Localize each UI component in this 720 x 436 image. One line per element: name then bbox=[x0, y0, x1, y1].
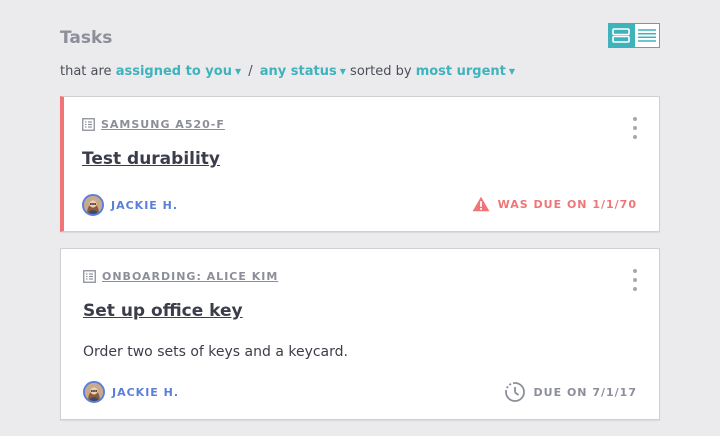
filter-prefix: that are bbox=[60, 64, 112, 79]
warning-icon bbox=[472, 196, 490, 212]
task-title[interactable]: Set up office key bbox=[83, 301, 243, 321]
task-card[interactable]: ONBOARDING: ALICE KIM Set up office key … bbox=[60, 248, 660, 420]
cards-view-button[interactable] bbox=[609, 24, 634, 47]
assignment-dropdown[interactable]: assigned to you ▼ bbox=[116, 64, 241, 79]
avatar bbox=[82, 194, 104, 216]
task-card[interactable]: SAMSUNG A520-F Test durability JACKIE H. bbox=[60, 96, 660, 232]
task-title[interactable]: Test durability bbox=[82, 149, 220, 169]
task-context-label: ONBOARDING: ALICE KIM bbox=[102, 270, 279, 283]
chevron-down-icon: ▼ bbox=[508, 67, 516, 76]
view-toggle[interactable] bbox=[608, 23, 660, 48]
document-icon bbox=[83, 270, 96, 283]
list-view-button[interactable] bbox=[633, 24, 659, 47]
sorted-by-label: sorted by bbox=[350, 64, 412, 79]
page-title: Tasks bbox=[60, 28, 113, 48]
filter-bar: that are assigned to you ▼ / any status ▼ … bbox=[60, 64, 515, 79]
more-options-icon[interactable] bbox=[631, 117, 639, 139]
more-options-icon[interactable] bbox=[631, 269, 639, 291]
status-dropdown[interactable]: any status ▼ bbox=[260, 64, 346, 79]
status-value: any status bbox=[259, 64, 337, 79]
due-date-label: DUE ON 7/1/17 bbox=[533, 385, 637, 399]
due-date: WAS DUE ON 1/1/70 bbox=[472, 196, 637, 212]
task-context-label: SAMSUNG A520-F bbox=[101, 118, 225, 131]
document-icon bbox=[82, 118, 95, 131]
chevron-down-icon: ▼ bbox=[339, 67, 346, 76]
task-context-link[interactable]: SAMSUNG A520-F bbox=[82, 118, 225, 131]
sort-dropdown[interactable]: most urgent ▼ bbox=[416, 64, 515, 79]
assignee-name: JACKIE H. bbox=[111, 198, 179, 212]
chevron-down-icon: ▼ bbox=[234, 67, 242, 76]
task-context-link[interactable]: ONBOARDING: ALICE KIM bbox=[83, 270, 278, 283]
sort-value: most urgent bbox=[415, 64, 506, 79]
due-date: DUE ON 7/1/17 bbox=[504, 381, 637, 403]
list-view-icon bbox=[637, 29, 656, 42]
clock-icon bbox=[504, 382, 525, 402]
assignee[interactable]: JACKIE H. bbox=[82, 194, 178, 216]
tasks-panel: Tasks that are assigned to you ▼ / any st… bbox=[60, 0, 660, 436]
assignee[interactable]: JACKIE H. bbox=[83, 381, 179, 403]
task-description: Order two sets of keys and a keycard. bbox=[83, 344, 348, 360]
assignment-value: assigned to you bbox=[115, 64, 232, 79]
avatar bbox=[83, 381, 105, 403]
assignee-name: JACKIE H. bbox=[112, 385, 180, 399]
cards-view-icon bbox=[612, 28, 631, 43]
due-date-label: WAS DUE ON 1/1/70 bbox=[497, 197, 637, 211]
filter-separator: / bbox=[248, 64, 253, 79]
